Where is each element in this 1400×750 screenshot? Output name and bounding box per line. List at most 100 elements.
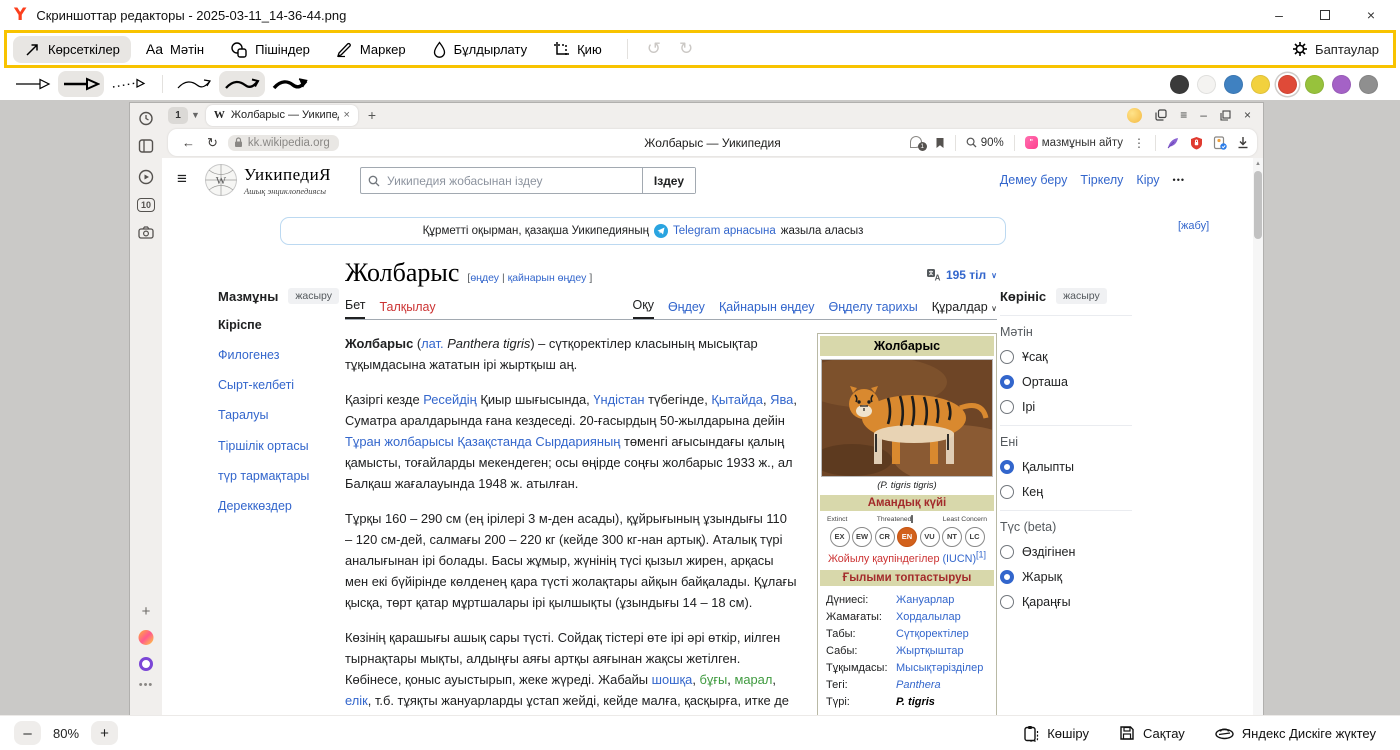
more-links-icon[interactable]: •••	[1173, 175, 1185, 185]
curved-arrow-icon	[223, 76, 261, 92]
back-icon: ←	[182, 135, 195, 150]
read-aloud-label: мазмұнын айту	[1042, 137, 1123, 149]
status-ref[interactable]: [1]	[976, 549, 986, 559]
radio-icon[interactable]	[1000, 570, 1014, 584]
article-edit-links[interactable]: [өңдеу | қайнарын өңдеу ]	[467, 272, 592, 284]
toc-item[interactable]: Сырт-келбеті	[218, 376, 342, 394]
editor-canvas[interactable]: 10 + ••• 1 ▼ W Жолбарыс — Уикипед × + ≡	[0, 100, 1400, 715]
save-button[interactable]: Сақтау	[1119, 725, 1185, 742]
toc-item[interactable]: түр тармақтары	[218, 467, 342, 485]
zoom-in-button[interactable]: +	[91, 721, 118, 745]
status-link[interactable]: Жойылу қаупіндегілер	[828, 553, 940, 565]
redo-button[interactable]: ↻	[679, 39, 693, 59]
tab-page[interactable]: Бет	[345, 298, 365, 319]
tool-text[interactable]: Aa Мәтін	[135, 36, 215, 62]
radio-option[interactable]: Қараңғы	[1000, 595, 1132, 609]
radio-option[interactable]: Жарық	[1000, 570, 1132, 584]
page-check-icon	[1213, 136, 1227, 150]
language-selector[interactable]: A 195 тіл ∨	[927, 268, 997, 282]
color-yellow[interactable]	[1251, 75, 1270, 94]
radio-icon[interactable]	[1000, 400, 1014, 414]
tab-edit[interactable]: Өңдеу	[668, 300, 705, 319]
radio-icon[interactable]	[1000, 545, 1014, 559]
tool-arrows[interactable]: Көрсеткілер	[13, 36, 131, 63]
login-link[interactable]: Кіру	[1136, 173, 1159, 187]
arrow-style-curved[interactable]	[219, 71, 265, 97]
radio-option[interactable]: Ұсақ	[1000, 350, 1132, 364]
color-red[interactable]	[1278, 75, 1297, 94]
profile-avatar	[1127, 108, 1142, 123]
banner-link[interactable]: Telegram арнасына	[673, 225, 776, 237]
paragraph: Қазіргі кезде Ресейдің Қиыр шығысында, Ү…	[345, 389, 797, 494]
search-button[interactable]: Іздеу	[642, 168, 695, 193]
register-link[interactable]: Тіркелу	[1080, 173, 1123, 187]
color-gray[interactable]	[1359, 75, 1378, 94]
search-input[interactable]	[387, 174, 642, 188]
arrow-style-curved-thin[interactable]	[171, 71, 217, 97]
close-button[interactable]: ×	[1348, 0, 1394, 30]
arrow-style-curved-bold[interactable]	[267, 71, 313, 97]
maximize-button[interactable]	[1302, 0, 1348, 30]
toc-item[interactable]: Таралуы	[218, 406, 342, 424]
radio-icon[interactable]	[1000, 350, 1014, 364]
tab-read[interactable]: Оқу	[633, 298, 654, 319]
banner-close-link[interactable]: [жабу]	[1178, 220, 1209, 232]
radio-icon[interactable]	[1000, 595, 1014, 609]
paragraph: Тұрқы 160 – 290 см (ең ірілері 3 м-ден а…	[345, 508, 797, 613]
radio-option[interactable]: Өздігінен	[1000, 545, 1132, 559]
color-purple[interactable]	[1332, 75, 1351, 94]
iucn-code: LC	[965, 527, 985, 547]
tab-edit-source[interactable]: Қайнарын өңдеу	[719, 300, 815, 319]
arrow-style-thin[interactable]	[10, 71, 56, 97]
tool-marker[interactable]: Маркер	[325, 36, 417, 63]
arrow-style-bold[interactable]	[58, 71, 104, 97]
minimize-button[interactable]: –	[1256, 0, 1302, 30]
color-green[interactable]	[1305, 75, 1324, 94]
upload-disk-button[interactable]: Яндекс Дискіге жүктеу	[1215, 725, 1376, 742]
scroll-up-icon[interactable]: ▲	[1253, 158, 1263, 167]
appearance-panel: Көрініс жасыру Мәтін Ұсақ Орташа Ірі Ені…	[1000, 288, 1132, 609]
toc-item[interactable]: Дереккөздер	[218, 497, 342, 515]
radio-option[interactable]: Кең	[1000, 485, 1132, 499]
radio-icon[interactable]	[1000, 375, 1014, 389]
tool-crop[interactable]: Қию	[542, 36, 613, 63]
article-tabs: Бет Талқылау Оқу Өңдеу Қайнарын өңдеу Өң…	[345, 298, 997, 320]
scrollbar-thumb[interactable]	[1254, 171, 1262, 239]
alice-assistant-icon	[139, 657, 153, 671]
upload-label: Яндекс Дискіге жүктеу	[1242, 726, 1376, 741]
undo-button[interactable]: ↺	[647, 39, 661, 59]
protect-shield-icon	[1190, 136, 1203, 150]
radio-icon[interactable]	[1000, 485, 1014, 499]
appearance-hide-button[interactable]: жасыру	[1056, 288, 1107, 304]
width-group-label: Ені	[1000, 425, 1132, 449]
color-black[interactable]	[1170, 75, 1189, 94]
taxonomy-row: Дүниесі:Жануарлар	[826, 594, 988, 606]
color-blue[interactable]	[1224, 75, 1243, 94]
radio-option[interactable]: Орташа	[1000, 375, 1132, 389]
radio-option[interactable]: Ірі	[1000, 400, 1132, 414]
browser-menu-icon: ≡	[1180, 108, 1187, 122]
radio-option[interactable]: Қалыпты	[1000, 460, 1132, 474]
tab-history[interactable]: Өңделу тарихы	[829, 300, 918, 319]
page-scrollbar[interactable]: ▲	[1253, 158, 1263, 715]
donate-link[interactable]: Демеу беру	[1000, 173, 1068, 187]
wiki-menu-icon: ≡	[177, 169, 187, 189]
tab-talk[interactable]: Талқылау	[379, 300, 435, 319]
arrow-style-dotted[interactable]	[106, 71, 152, 97]
toc-hide-button[interactable]: жасыру	[288, 288, 339, 304]
radio-icon[interactable]	[1000, 460, 1014, 474]
zoom-out-button[interactable]: –	[14, 721, 41, 745]
tab-tools[interactable]: Құралдар ∨	[932, 300, 997, 319]
toc-item[interactable]: Тіршілік ортасы	[218, 437, 342, 455]
article-column: Жолбарыс [өңдеу | қайнарын өңдеу ] A 195…	[345, 258, 997, 715]
color-white[interactable]	[1197, 75, 1216, 94]
copy-button[interactable]: Көшіру	[1023, 725, 1089, 742]
telegram-banner: Құрметті оқырман, қазақша Уикипедияның T…	[280, 217, 1006, 245]
yandex-disk-icon	[1215, 726, 1234, 740]
tool-blur[interactable]: Бұлдырлату	[421, 36, 538, 63]
tool-shapes[interactable]: Пішіндер	[219, 36, 321, 63]
toc-item[interactable]: Филогенез	[218, 346, 342, 364]
status-suffix[interactable]: (IUCN)	[942, 553, 976, 565]
settings-button[interactable]: Баптаулар	[1292, 41, 1387, 57]
toc-item-intro[interactable]: Кіріспе	[218, 316, 342, 334]
